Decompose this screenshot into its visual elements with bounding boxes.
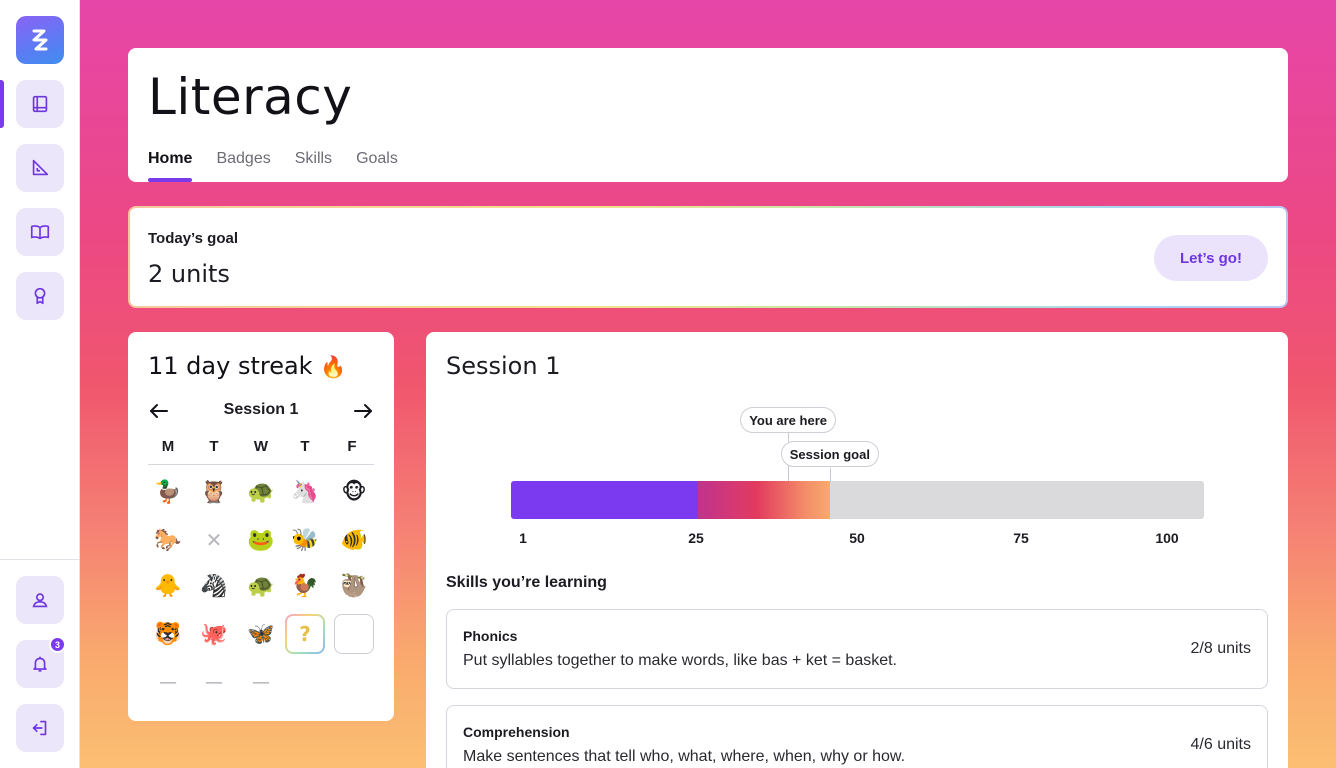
sidebar: 3 bbox=[0, 0, 80, 768]
session-card: Session 1 You are here Session goal 1 25… bbox=[426, 332, 1288, 768]
bell-icon bbox=[33, 656, 47, 672]
ruler-triangle-icon bbox=[32, 159, 49, 176]
sidebar-item-math[interactable] bbox=[16, 144, 64, 192]
tick-label: 50 bbox=[849, 530, 865, 546]
day-sticker: 🐥 bbox=[154, 573, 182, 599]
day-sticker: 🐸 bbox=[247, 527, 275, 553]
future-day-dash: — bbox=[205, 671, 223, 693]
skill-card-comprehension[interactable]: Comprehension Make sentences that tell w… bbox=[446, 705, 1268, 768]
mystery-reward-cell[interactable]: ? bbox=[285, 614, 325, 654]
day-sticker: 🐠 bbox=[340, 527, 368, 553]
day-sticker: 🦉 bbox=[200, 479, 228, 505]
sidebar-item-literacy[interactable] bbox=[16, 80, 64, 128]
sidebar-item-badges[interactable] bbox=[16, 272, 64, 320]
tab-home[interactable]: Home bbox=[148, 150, 193, 182]
day-sticker: 🐙 bbox=[200, 621, 228, 647]
day-sticker: 🦆 bbox=[154, 479, 182, 505]
weekday-label: W bbox=[253, 438, 269, 455]
notification-count-badge: 3 bbox=[49, 636, 66, 653]
open-book-icon bbox=[30, 225, 50, 240]
future-day-dash: — bbox=[159, 671, 177, 693]
session-goal-label: Session goal bbox=[780, 441, 879, 467]
tab-goals[interactable]: Goals bbox=[356, 150, 398, 182]
tick-label: 75 bbox=[1013, 530, 1029, 546]
tick-label: 1 bbox=[519, 530, 527, 546]
tab-badges[interactable]: Badges bbox=[216, 150, 270, 182]
skill-units: 2/8 units bbox=[1190, 640, 1251, 657]
calendar-nav: Session 1 bbox=[148, 398, 374, 424]
tick-label: 100 bbox=[1155, 530, 1179, 546]
streak-title: 11 day streak 🔥 bbox=[148, 352, 346, 380]
you-are-here-label: You are here bbox=[740, 407, 836, 433]
day-sticker: 🦥 bbox=[340, 573, 368, 599]
weekday-label: M bbox=[161, 438, 175, 455]
day-sticker: 🐢 bbox=[247, 573, 275, 599]
sidebar-item-logout[interactable] bbox=[16, 704, 64, 752]
user-icon bbox=[32, 593, 48, 608]
arrow-right-icon[interactable] bbox=[352, 400, 374, 422]
lightning-logo-icon bbox=[32, 29, 48, 51]
skill-units: 4/6 units bbox=[1190, 736, 1251, 753]
goal-value: 2 units bbox=[148, 260, 230, 288]
skills-heading: Skills you’re learning bbox=[446, 574, 607, 591]
future-day-dash: — bbox=[252, 671, 270, 693]
streak-title-text: 11 day streak bbox=[148, 352, 313, 380]
missed-day-icon: ✕ bbox=[205, 528, 223, 552]
goal-label: Today’s goal bbox=[148, 230, 239, 247]
skill-description: Put syllables together to make words, li… bbox=[463, 652, 897, 669]
active-nav-indicator bbox=[0, 80, 4, 128]
lets-go-button[interactable]: Let’s go! bbox=[1154, 235, 1268, 281]
tab-bar: Home Badges Skills Goals bbox=[148, 150, 422, 182]
day-sticker: 🐓 bbox=[291, 573, 319, 599]
tab-skills[interactable]: Skills bbox=[295, 150, 332, 182]
weekday-label: F bbox=[347, 438, 357, 455]
day-sticker: 🐢 bbox=[247, 479, 275, 505]
app-logo[interactable] bbox=[16, 16, 64, 64]
day-sticker: 🐯 bbox=[154, 621, 182, 647]
weekday-label: T bbox=[300, 438, 310, 455]
skill-card-phonics[interactable]: Phonics Put syllables together to make w… bbox=[446, 609, 1268, 689]
book-icon bbox=[32, 95, 48, 113]
empty-day-cell bbox=[334, 614, 374, 654]
weekday-header: M T W T F bbox=[148, 438, 374, 465]
page-title: Literacy bbox=[148, 68, 353, 126]
day-sticker: 🦄 bbox=[291, 479, 319, 505]
blank-day-cell bbox=[285, 662, 325, 702]
sidebar-item-reading[interactable] bbox=[16, 208, 64, 256]
blank-day-cell bbox=[334, 662, 374, 702]
day-sticker: 🦓 bbox=[200, 573, 228, 599]
todays-goal-card: Today’s goal 2 units Let’s go! bbox=[128, 206, 1288, 308]
progress-track bbox=[511, 481, 1204, 519]
day-sticker: 🦋 bbox=[247, 621, 275, 647]
calendar-session-title: Session 1 bbox=[223, 401, 299, 418]
tick-label: 25 bbox=[688, 530, 704, 546]
award-icon bbox=[34, 287, 46, 305]
session-progress: You are here Session goal 1 25 50 75 100 bbox=[426, 332, 1288, 562]
sidebar-divider bbox=[0, 559, 80, 560]
sidebar-item-profile[interactable] bbox=[16, 576, 64, 624]
weekday-label: T bbox=[209, 438, 219, 455]
day-sticker: 🐝 bbox=[291, 527, 319, 553]
day-sticker: 🐵 bbox=[341, 479, 367, 505]
sidebar-item-notifications[interactable]: 3 bbox=[16, 636, 66, 688]
header-card: Literacy Home Badges Skills Goals bbox=[128, 48, 1288, 182]
skill-name: Phonics bbox=[463, 628, 518, 644]
logout-icon bbox=[32, 720, 47, 736]
skill-name: Comprehension bbox=[463, 724, 570, 740]
progress-today bbox=[698, 481, 830, 519]
flame-icon: 🔥 bbox=[320, 355, 347, 379]
progress-completed bbox=[511, 481, 699, 519]
skill-description: Make sentences that tell who, what, wher… bbox=[463, 748, 906, 765]
day-sticker: 🐎 bbox=[154, 527, 182, 553]
streak-card: 11 day streak 🔥 Session 1 M T W T F 🦆 🦉 🐢 🦄… bbox=[128, 332, 394, 721]
